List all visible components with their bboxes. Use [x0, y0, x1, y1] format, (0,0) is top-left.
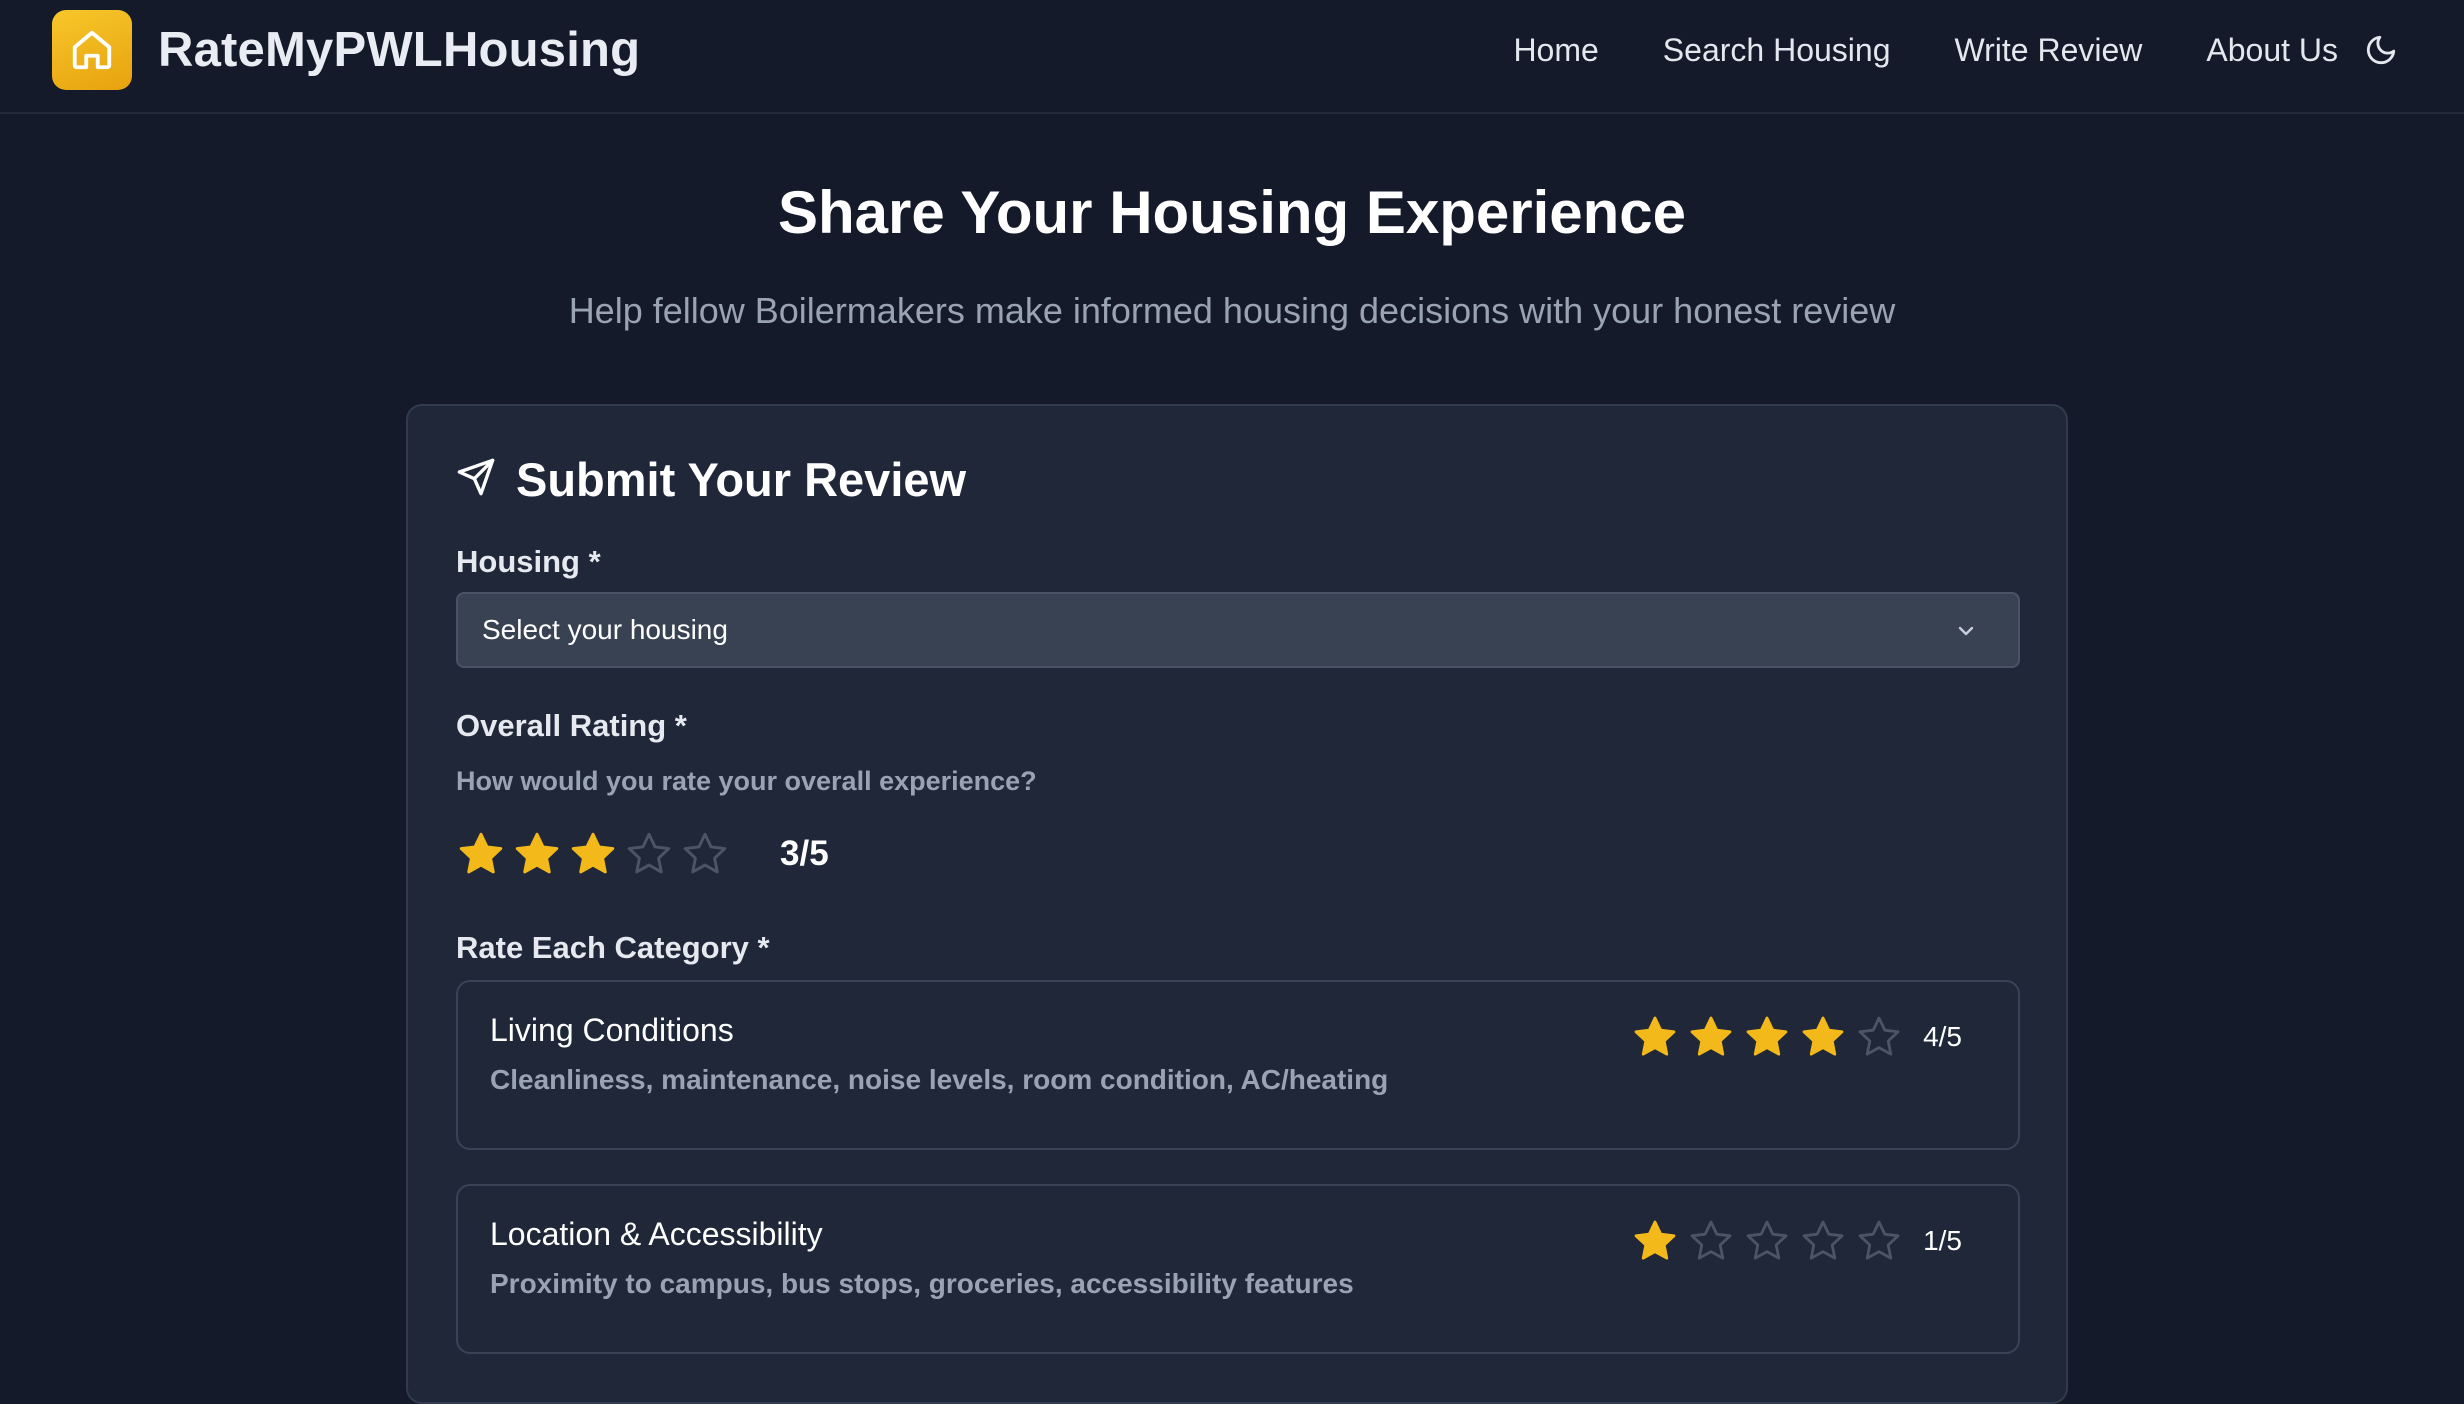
- category-name: Living Conditions: [490, 1012, 734, 1048]
- nav-link-search-housing[interactable]: Search Housing: [1663, 32, 1891, 69]
- star-empty-icon[interactable]: [1855, 1013, 1903, 1061]
- form-header: Submit Your Review: [456, 452, 966, 507]
- star-filled-icon[interactable]: [1799, 1013, 1847, 1061]
- nav-link-about-us[interactable]: About Us: [2206, 32, 2338, 69]
- star-filled-icon[interactable]: [1743, 1013, 1791, 1061]
- brand-name[interactable]: RateMyPWLHousing: [158, 22, 640, 78]
- nav-link-write-review[interactable]: Write Review: [1954, 32, 2142, 69]
- star-filled-icon[interactable]: [512, 829, 562, 879]
- category-rating-value: 4/5: [1923, 1021, 1962, 1052]
- home-icon[interactable]: [52, 10, 132, 90]
- housing-label: Housing *: [456, 544, 601, 579]
- nav-link-home[interactable]: Home: [1513, 32, 1598, 69]
- top-navbar: RateMyPWLHousing Home Search Housing Wri…: [0, 0, 2464, 114]
- category-name: Location & Accessibility: [490, 1216, 823, 1252]
- category-rating-value: 1/5: [1923, 1225, 1962, 1256]
- category-description: Proximity to campus, bus stops, grocerie…: [490, 1268, 1354, 1299]
- star-empty-icon[interactable]: [1855, 1217, 1903, 1265]
- category-location-accessibility: Location & Accessibility Proximity to ca…: [456, 1184, 2020, 1354]
- chevron-down-icon: [1954, 618, 1978, 650]
- category-living-conditions: Living Conditions Cleanliness, maintenan…: [456, 980, 2020, 1150]
- star-rating: [1631, 1013, 1911, 1061]
- moon-icon[interactable]: [2364, 33, 2398, 67]
- housing-select-value: Select your housing: [482, 614, 728, 645]
- star-empty-icon[interactable]: [680, 829, 730, 879]
- review-form-card: Submit Your Review Housing * Select your…: [406, 404, 2068, 1404]
- star-rating: [1631, 1217, 1911, 1265]
- star-filled-icon[interactable]: [568, 829, 618, 879]
- star-filled-icon[interactable]: [456, 829, 506, 879]
- star-rating: [456, 829, 736, 879]
- overall-rating-stars: 3/5: [456, 826, 829, 882]
- star-filled-icon[interactable]: [1631, 1013, 1679, 1061]
- star-filled-icon[interactable]: [1687, 1013, 1735, 1061]
- star-empty-icon[interactable]: [624, 829, 674, 879]
- categories-label: Rate Each Category *: [456, 930, 770, 965]
- category-rating-stars: 1/5: [1631, 1216, 1962, 1266]
- overall-rating-hint: How would you rate your overall experien…: [456, 766, 1037, 796]
- page-subtitle: Help fellow Boilermakers make informed h…: [568, 290, 1896, 331]
- overall-rating-label: Overall Rating *: [456, 708, 687, 743]
- nav-links: Home Search Housing Write Review About U…: [1449, 0, 2338, 100]
- housing-select[interactable]: Select your housing: [456, 592, 2020, 668]
- category-rating-stars: 4/5: [1631, 1012, 1962, 1062]
- overall-rating-value: 3/5: [780, 834, 829, 873]
- star-empty-icon[interactable]: [1799, 1217, 1847, 1265]
- star-filled-icon[interactable]: [1631, 1217, 1679, 1265]
- brand[interactable]: RateMyPWLHousing: [52, 10, 640, 90]
- star-empty-icon[interactable]: [1743, 1217, 1791, 1265]
- form-title: Submit Your Review: [516, 453, 967, 506]
- send-icon: [456, 457, 496, 502]
- category-description: Cleanliness, maintenance, noise levels, …: [490, 1064, 1389, 1095]
- page-title: Share Your Housing Experience: [777, 179, 1687, 246]
- star-empty-icon[interactable]: [1687, 1217, 1735, 1265]
